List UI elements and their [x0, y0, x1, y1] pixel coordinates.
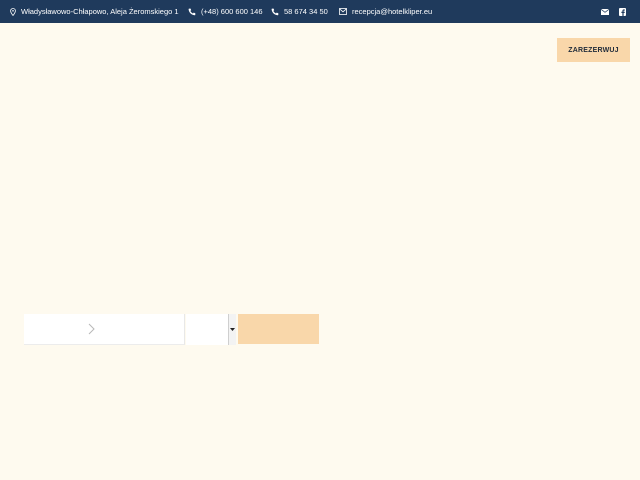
phone1-text: (+48) 600 600 146 — [201, 7, 263, 16]
mail-icon[interactable] — [601, 8, 609, 15]
envelope-icon — [339, 8, 347, 15]
address-text: Władysławowo-Chłapowo, Aleja Żeromskiego… — [21, 7, 179, 16]
phone-icon — [188, 8, 196, 15]
date-range-field[interactable] — [24, 314, 185, 345]
address-item: Władysławowo-Chłapowo, Aleja Żeromskiego… — [10, 0, 179, 23]
phone1-link[interactable]: (+48) 600 600 146 — [188, 0, 263, 23]
caret-down-icon — [230, 328, 235, 331]
email-text: recepcja@hotelkliper.eu — [352, 7, 433, 16]
search-availability-button[interactable] — [238, 314, 319, 344]
guests-select[interactable] — [186, 314, 236, 345]
dropdown-arrow[interactable] — [228, 314, 236, 345]
map-pin-icon — [10, 7, 16, 16]
topbar-social — [601, 0, 626, 23]
phone-icon — [271, 8, 279, 15]
phone2-text: 58 674 34 50 — [284, 7, 328, 16]
reserve-button[interactable]: ZAREZERWUJ — [557, 38, 630, 62]
facebook-icon[interactable] — [619, 7, 626, 16]
top-contact-bar: Władysławowo-Chłapowo, Aleja Żeromskiego… — [0, 0, 640, 23]
phone2-link[interactable]: 58 674 34 50 — [271, 0, 328, 23]
chevron-right-icon — [88, 323, 95, 335]
email-link[interactable]: recepcja@hotelkliper.eu — [339, 0, 432, 23]
